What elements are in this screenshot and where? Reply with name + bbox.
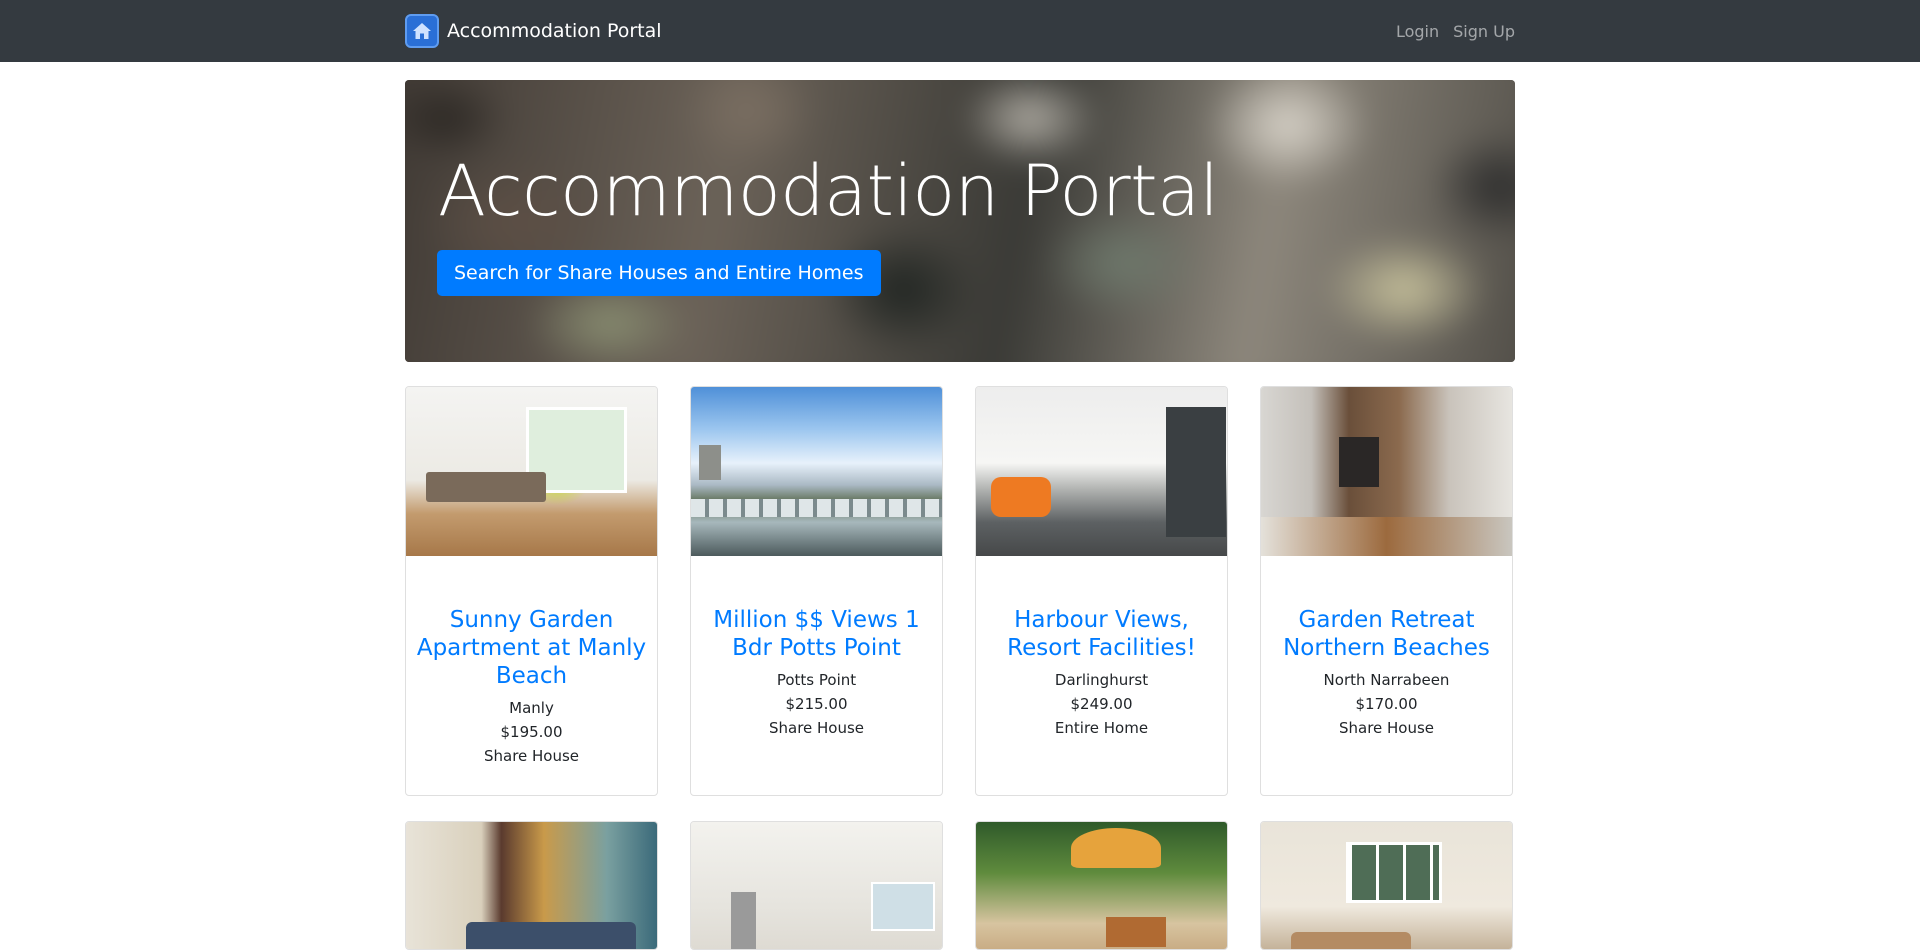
navbar-inner: Accommodation Portal Login Sign Up: [405, 0, 1515, 62]
listing-type: Share House: [768, 719, 865, 737]
listing-card[interactable]: Harbour Views, Resort Facilities! Darlin…: [975, 386, 1228, 796]
search-button[interactable]: Search for Share Houses and Entire Homes: [437, 250, 881, 296]
listing-type: Share House: [483, 747, 580, 765]
listing-card[interactable]: [690, 821, 943, 950]
listing-body: Million $$ Views 1 Bdr Potts Point Potts…: [691, 556, 942, 740]
listing-type: Entire Home: [1054, 719, 1149, 737]
listing-suburb: Potts Point: [776, 671, 857, 689]
listing-price: $215.00: [785, 695, 848, 713]
listing-image[interactable]: [691, 822, 942, 949]
listing-card[interactable]: Garden Retreat Northern Beaches North Na…: [1260, 386, 1513, 796]
listing-body: Sunny Garden Apartment at Manly Beach Ma…: [406, 556, 657, 768]
listing-image[interactable]: [1261, 822, 1512, 949]
listing-card[interactable]: [405, 821, 658, 950]
listing-image[interactable]: [976, 387, 1227, 556]
listing-card[interactable]: [1260, 821, 1513, 950]
listing-image[interactable]: [976, 822, 1227, 949]
listing-suburb: Manly: [509, 699, 554, 717]
listing-title[interactable]: Sunny Garden Apartment at Manly Beach: [416, 606, 647, 690]
listing-card[interactable]: [975, 821, 1228, 950]
listing-price: $195.00: [500, 723, 563, 741]
brand-link[interactable]: Accommodation Portal: [405, 14, 662, 48]
listing-image[interactable]: [406, 822, 657, 949]
listing-type: Share House: [1338, 719, 1435, 737]
listing-image[interactable]: [1261, 387, 1512, 556]
listing-title[interactable]: Harbour Views, Resort Facilities!: [986, 606, 1217, 662]
brand-text: Accommodation Portal: [447, 20, 662, 42]
nav-links: Login Sign Up: [1396, 22, 1515, 41]
listing-image[interactable]: [406, 387, 657, 556]
listing-body: Harbour Views, Resort Facilities! Darlin…: [976, 556, 1227, 740]
house-icon: [405, 14, 439, 48]
hero-title: Accommodation Portal: [438, 150, 1219, 232]
hero-banner: Accommodation Portal Search for Share Ho…: [405, 80, 1515, 362]
listing-body: Garden Retreat Northern Beaches North Na…: [1261, 556, 1512, 740]
listing-card[interactable]: Million $$ Views 1 Bdr Potts Point Potts…: [690, 386, 943, 796]
listing-title[interactable]: Million $$ Views 1 Bdr Potts Point: [701, 606, 932, 662]
listing-title[interactable]: Garden Retreat Northern Beaches: [1271, 606, 1502, 662]
navbar: Accommodation Portal Login Sign Up: [0, 0, 1920, 62]
listing-image[interactable]: [691, 387, 942, 556]
listing-price: $249.00: [1070, 695, 1133, 713]
listing-card[interactable]: Sunny Garden Apartment at Manly Beach Ma…: [405, 386, 658, 796]
login-link[interactable]: Login: [1396, 22, 1439, 41]
signup-link[interactable]: Sign Up: [1453, 22, 1515, 41]
listing-suburb: North Narrabeen: [1323, 671, 1450, 689]
listing-suburb: Darlinghurst: [1054, 671, 1149, 689]
listing-price: $170.00: [1355, 695, 1418, 713]
